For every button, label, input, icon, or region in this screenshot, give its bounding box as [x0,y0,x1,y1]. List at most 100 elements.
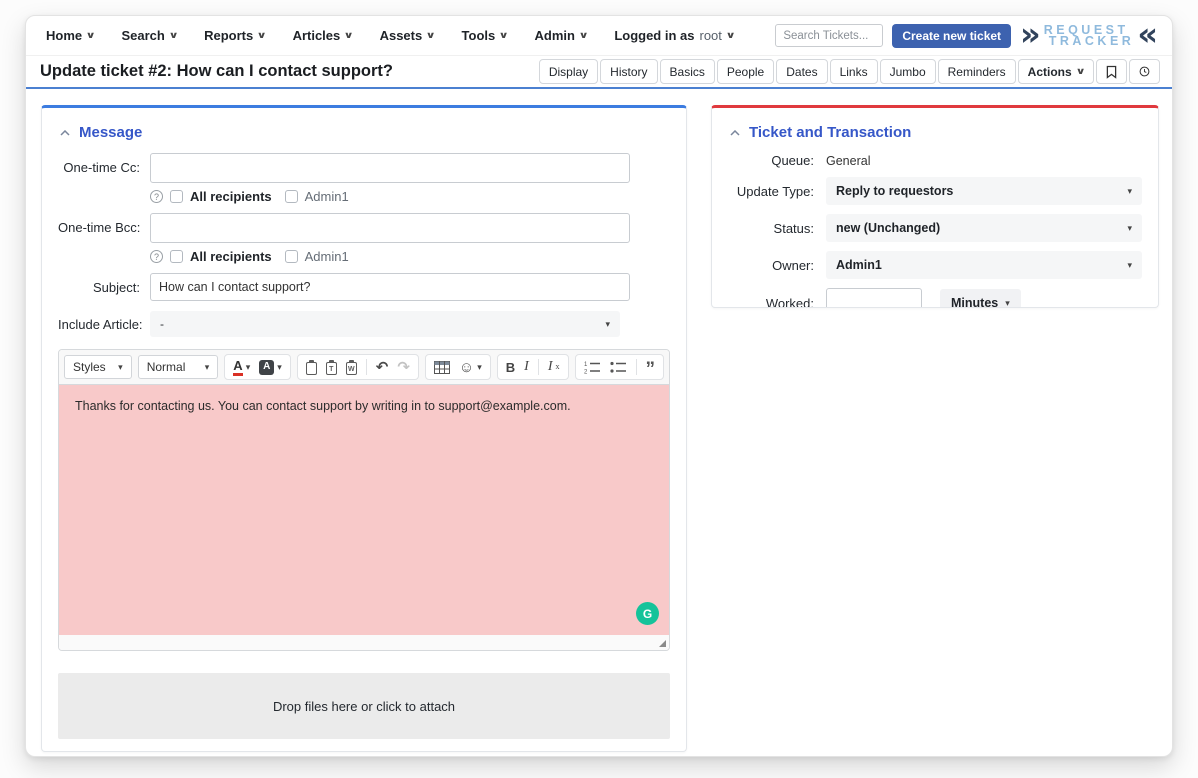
ticket-panel-title: Ticket and Transaction [749,124,911,141]
owner-select[interactable]: Admin1 ▾ [826,251,1142,279]
chevron-down-icon: ▾ [246,363,251,372]
chevron-down-icon: ▾ [477,363,482,372]
main-menu: Home∨ Search∨ Reports∨ Articles∨ Assets∨… [46,28,734,43]
include-article-select[interactable]: - ▾ [150,311,620,337]
status-label: Status: [728,221,814,236]
chevron-down-icon: ▾ [1127,223,1132,234]
admin1-label: Admin1 [305,249,349,264]
worked-input[interactable] [826,288,922,308]
nav-reports[interactable]: Reports∨ [204,28,265,43]
nav-tools[interactable]: Tools∨ [462,28,508,43]
update-type-select[interactable]: Reply to requestors ▾ [826,177,1142,205]
cc-all-recipients-checkbox[interactable] [170,190,183,203]
smiley-icon: ☺ [459,360,474,375]
emoji-button[interactable]: ☺▾ [459,360,482,375]
nav-logged-in-as[interactable]: Logged in as root ∨ [614,28,734,43]
chevron-down-icon: ▾ [277,363,282,372]
message-panel-header[interactable]: Message [60,124,670,141]
chevron-down-icon: ∨ [725,30,735,41]
request-tracker-logo[interactable]: » REQUEST TRACKER « [1020,25,1158,47]
tab-dates[interactable]: Dates [776,59,827,84]
grammarly-icon[interactable]: G [636,602,659,625]
collapse-chevron-icon [60,130,70,136]
update-type-label: Update Type: [728,184,814,199]
background-color-button[interactable]: A▾ [259,360,282,375]
include-article-label: Include Article: [58,317,140,332]
insert-table-button[interactable] [434,361,450,374]
cc-admin1-checkbox[interactable] [285,190,298,203]
editor-body[interactable]: Thanks for contacting us. You can contac… [59,385,669,635]
create-new-ticket-button[interactable]: Create new ticket [892,24,1011,48]
chevron-down-icon: ∨ [426,30,436,41]
svg-text:1: 1 [584,362,588,368]
one-time-cc-input[interactable] [150,153,630,183]
resize-handle[interactable] [659,640,666,647]
attach-dropzone[interactable]: Drop files here or click to attach [58,673,670,739]
remove-format-button[interactable]: Ix [548,360,560,374]
nav-assets[interactable]: Assets∨ [380,28,435,43]
status-select[interactable]: new (Unchanged) ▾ [826,214,1142,242]
bulleted-list-button[interactable] [610,360,627,374]
top-navbar: Home∨ Search∨ Reports∨ Articles∨ Assets∨… [26,16,1172,56]
topnav-right: Create new ticket » REQUEST TRACKER « [775,24,1158,48]
redo-button[interactable]: ↷ [397,360,410,375]
nav-search[interactable]: Search∨ [121,28,177,43]
tab-actions[interactable]: Actions ∨ [1018,59,1094,84]
numbered-list-button[interactable]: 12 [584,360,601,374]
italic-button[interactable]: I [524,360,529,374]
text-color-button[interactable]: A▾ [233,359,250,376]
ticket-titlebar: Update ticket #2: How can I contact supp… [26,56,1172,89]
editor-footer [59,635,669,650]
tab-jumbo[interactable]: Jumbo [880,59,936,84]
tab-basics[interactable]: Basics [660,59,715,84]
ticket-transaction-panel: Ticket and Transaction Queue: General Up… [711,105,1159,308]
editor-text[interactable]: Thanks for contacting us. You can contac… [75,399,653,413]
bookmark-button[interactable] [1096,59,1127,84]
tab-people[interactable]: People [717,59,774,84]
paste-plain-text-button[interactable]: T [326,360,337,375]
tab-history[interactable]: History [600,59,657,84]
blockquote-button[interactable]: ” [646,365,656,375]
chevron-down-icon: ▾ [1127,260,1132,271]
one-time-cc-label: One-time Cc: [58,153,140,175]
paragraph-format-dropdown[interactable]: Normal ▾ [138,355,219,379]
logo-chevrons-right-icon: « [1137,21,1158,47]
worked-label: Worked: [728,296,814,309]
collapse-chevron-icon [730,130,740,136]
one-time-bcc-label: One-time Bcc: [58,213,140,235]
paste-button[interactable] [306,360,317,375]
ticket-panel-header[interactable]: Ticket and Transaction [730,124,1142,141]
undo-button[interactable]: ↶ [376,360,389,375]
logged-in-user: root [699,28,721,43]
time-worked-button[interactable] [1129,59,1160,84]
styles-dropdown[interactable]: Styles ▾ [64,355,132,379]
help-icon[interactable]: ? [150,190,163,203]
tab-reminders[interactable]: Reminders [938,59,1016,84]
search-tickets-input[interactable] [775,24,883,47]
page-title: Update ticket #2: How can I contact supp… [40,62,393,81]
chevron-down-icon: ▾ [205,362,210,373]
paste-from-word-button[interactable]: W [346,360,357,375]
bulleted-list-icon [610,360,627,374]
help-icon[interactable]: ? [150,250,163,263]
bold-button[interactable]: B [506,361,515,374]
nav-admin[interactable]: Admin∨ [535,28,588,43]
chevron-down-icon: ∨ [499,30,509,41]
paste-word-icon: W [346,362,357,375]
all-recipients-label: All recipients [190,249,272,264]
chevron-down-icon: ▾ [1005,298,1010,309]
worked-unit-select[interactable]: Minutes ▾ [940,289,1021,308]
message-panel-title: Message [79,124,142,141]
bcc-all-recipients-checkbox[interactable] [170,250,183,263]
chevron-down-icon: ∨ [86,30,96,41]
bcc-admin1-checkbox[interactable] [285,250,298,263]
tab-display[interactable]: Display [539,59,598,84]
paste-icon [306,362,317,375]
tab-links[interactable]: Links [830,59,878,84]
nav-home[interactable]: Home∨ [46,28,94,43]
logo-chevrons-left-icon: » [1020,21,1041,47]
one-time-bcc-input[interactable] [150,213,630,243]
queue-label: Queue: [728,153,814,168]
subject-input[interactable] [150,273,630,301]
nav-articles[interactable]: Articles∨ [293,28,353,43]
